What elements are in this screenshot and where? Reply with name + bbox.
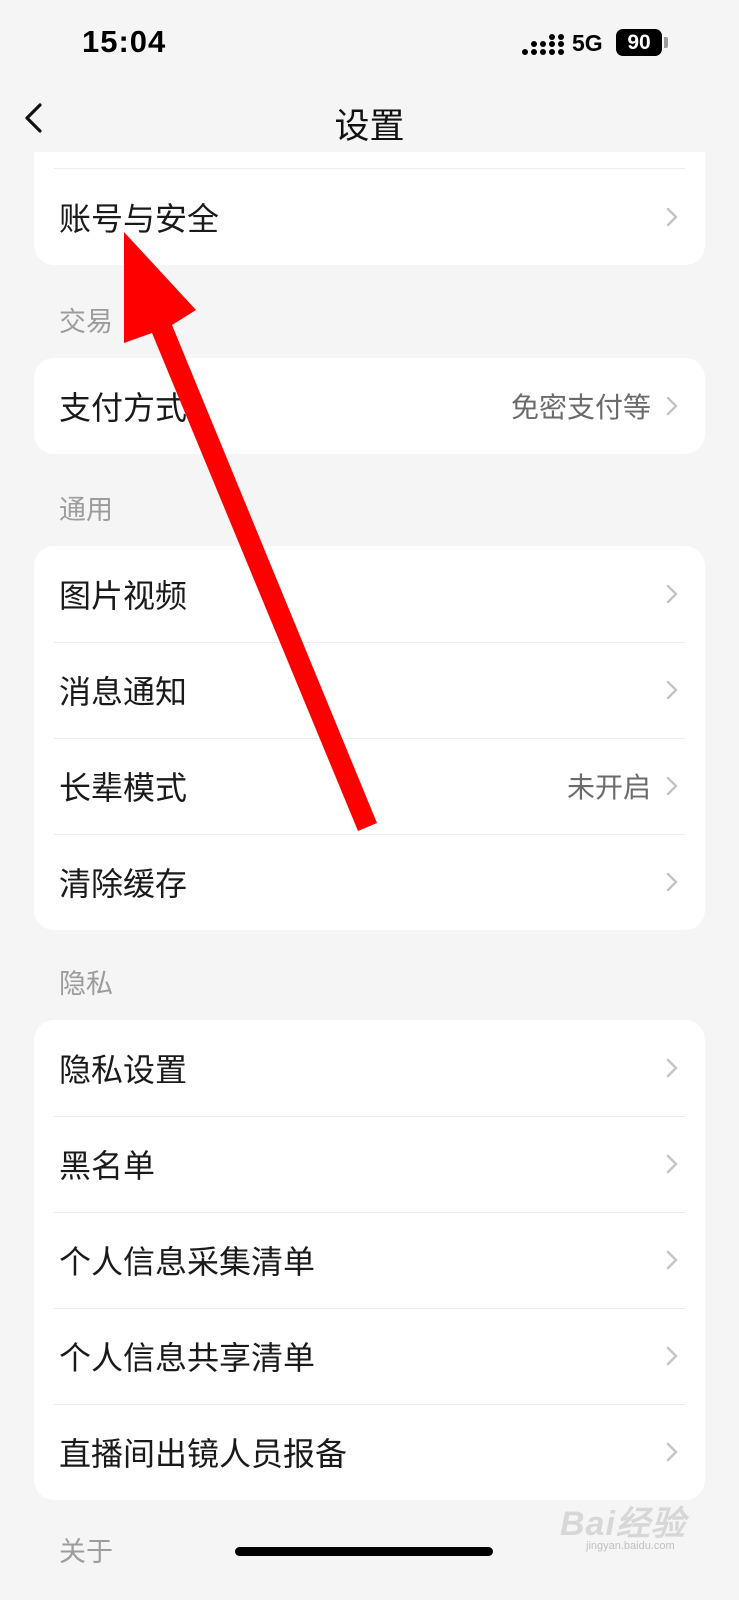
chevron-right-icon xyxy=(666,584,678,604)
home-indicator[interactable] xyxy=(235,1547,493,1556)
nav-bar: 设置 xyxy=(0,88,739,152)
row-label: 支付方式 xyxy=(59,389,188,427)
settings-row-photos-videos[interactable]: 图片视频 xyxy=(34,546,705,642)
settings-screen: 15:04 5G 90 设置 账号与安全 交易 支付方式 免密支付等 通用 图片… xyxy=(0,0,739,1600)
section-label-privacy: 隐私 xyxy=(59,969,113,1000)
signal-icon xyxy=(522,34,564,55)
row-label: 黑名单 xyxy=(59,1147,156,1185)
network-type: 5G xyxy=(572,30,603,56)
watermark-logo: Bai经验 xyxy=(560,1505,686,1543)
settings-row-clear-cache[interactable]: 清除缓存 xyxy=(34,834,705,930)
chevron-right-icon xyxy=(666,680,678,700)
chevron-right-icon xyxy=(666,207,678,227)
chevron-right-icon xyxy=(666,872,678,892)
settings-row-payment-method[interactable]: 支付方式 免密支付等 xyxy=(34,358,705,454)
settings-row-elder-mode[interactable]: 长辈模式 未开启 xyxy=(34,738,705,834)
settings-row-privacy-settings[interactable]: 隐私设置 xyxy=(34,1020,705,1116)
row-label: 直播间出镜人员报备 xyxy=(59,1435,348,1473)
settings-row-info-sharing-list[interactable]: 个人信息共享清单 xyxy=(34,1308,705,1404)
row-label: 隐私设置 xyxy=(59,1051,188,1089)
settings-row-blacklist[interactable]: 黑名单 xyxy=(34,1116,705,1212)
status-time: 15:04 xyxy=(82,24,167,59)
settings-row-notifications[interactable]: 消息通知 xyxy=(34,642,705,738)
chevron-right-icon xyxy=(666,396,678,416)
section-label-general: 通用 xyxy=(59,495,113,526)
chevron-right-icon xyxy=(666,1154,678,1174)
settings-row-account-security[interactable]: 账号与安全 xyxy=(34,169,705,265)
watermark-url: jingyan.baidu.com xyxy=(586,1540,675,1552)
row-value: 未开启 xyxy=(566,771,651,804)
row-label: 个人信息采集清单 xyxy=(59,1243,316,1281)
battery-icon: 90 xyxy=(616,29,662,56)
row-label: 长辈模式 xyxy=(59,769,188,807)
chevron-right-icon xyxy=(666,1250,678,1270)
general-card: 图片视频 消息通知 长辈模式 未开启 清除缓存 xyxy=(34,546,705,930)
page-title: 设置 xyxy=(334,107,405,147)
chevron-right-icon xyxy=(666,1058,678,1078)
row-label: 个人信息共享清单 xyxy=(59,1339,316,1377)
row-label: 图片视频 xyxy=(59,577,188,615)
row-label: 清除缓存 xyxy=(59,865,188,903)
trade-card: 支付方式 免密支付等 xyxy=(34,358,705,454)
chevron-right-icon xyxy=(666,1442,678,1462)
battery-level: 90 xyxy=(627,30,651,54)
settings-row-live-room-filing[interactable]: 直播间出镜人员报备 xyxy=(34,1404,705,1500)
battery-tip xyxy=(664,37,668,48)
row-label: 消息通知 xyxy=(59,673,188,711)
chevron-right-icon xyxy=(666,776,678,796)
row-value: 免密支付等 xyxy=(510,391,651,424)
row-label: 账号与安全 xyxy=(59,200,220,238)
status-bar: 15:04 5G 90 xyxy=(0,0,739,88)
privacy-card: 隐私设置 黑名单 个人信息采集清单 个人信息共享清单 直播间出镜人员报备 xyxy=(34,1020,705,1500)
settings-row-info-collection-list[interactable]: 个人信息采集清单 xyxy=(34,1212,705,1308)
section-label-trade: 交易 xyxy=(59,307,113,338)
section-label-about: 关于 xyxy=(59,1537,113,1568)
chevron-right-icon xyxy=(666,1346,678,1366)
account-card: 账号与安全 xyxy=(34,152,705,265)
